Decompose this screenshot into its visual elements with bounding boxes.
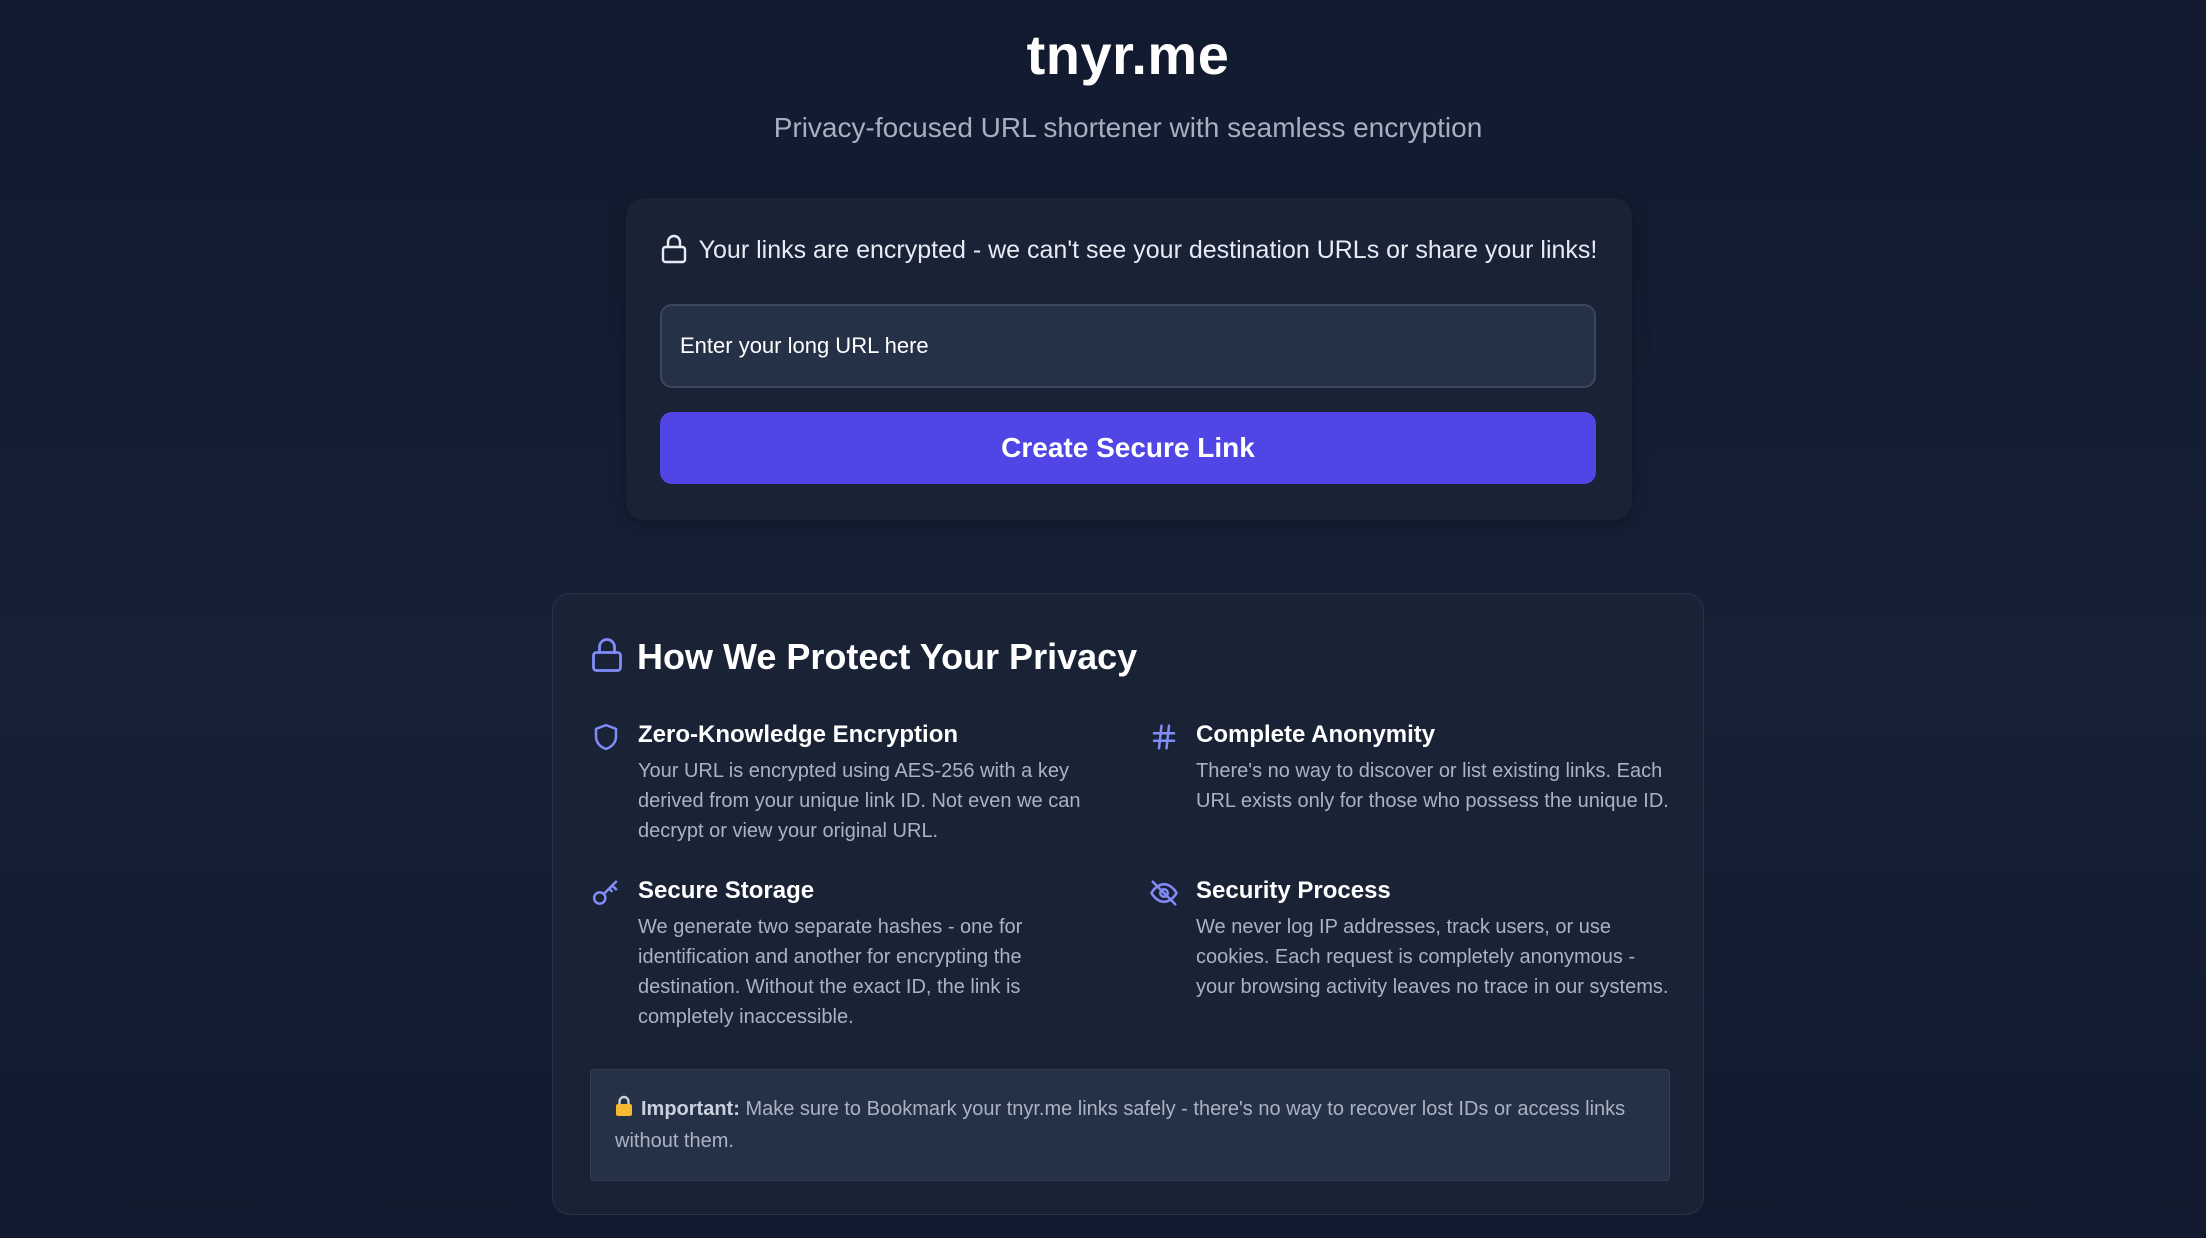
feature-secure-storage: Secure Storage We generate two separate … (591, 874, 1111, 1032)
feature-description: Your URL is encrypted using AES-256 with… (638, 760, 1081, 842)
shield-icon (591, 722, 621, 752)
feature-title: Security Process (1196, 877, 1391, 904)
encryption-notice-text: Your links are encrypted - we can't see … (698, 236, 1598, 264)
padlock-icon (615, 1095, 633, 1126)
feature-description: There's no way to discover or list exist… (1196, 760, 1669, 812)
url-input[interactable] (660, 304, 1596, 388)
feature-description: We never log IP addresses, track users, … (1196, 916, 1669, 998)
privacy-heading: How We Protect Your Privacy (591, 636, 1137, 678)
privacy-heading-text: How We Protect Your Privacy (637, 636, 1138, 677)
feature-description: We generate two separate hashes - one fo… (638, 916, 1023, 1028)
page: tnyr.me Privacy-focused URL shortener wi… (0, 0, 2206, 1238)
feature-title: Zero-Knowledge Encryption (638, 721, 959, 748)
feature-complete-anonymity: Complete Anonymity There's no way to dis… (1149, 718, 1669, 816)
site-subtitle: Privacy-focused URL shortener with seaml… (773, 112, 1483, 143)
hash-icon (1149, 722, 1179, 752)
important-text: Make sure to Bookmark your tnyr.me links… (615, 1098, 1626, 1152)
site-title: tnyr.me (1026, 23, 1230, 86)
key-icon (591, 878, 621, 908)
shortener-card: Your links are encrypted - we can't see … (626, 198, 1632, 520)
important-label: Important: (641, 1098, 740, 1120)
feature-zero-knowledge-encryption: Zero-Knowledge Encryption Your URL is en… (591, 718, 1111, 846)
create-secure-link-button[interactable]: Create Secure Link (660, 412, 1596, 484)
privacy-card: How We Protect Your Privacy Zero-Knowled… (552, 593, 1704, 1215)
feature-title: Secure Storage (638, 877, 815, 904)
feature-security-process: Security Process We never log IP address… (1149, 874, 1669, 1002)
feature-title: Complete Anonymity (1196, 721, 1436, 748)
important-notice: Important: Make sure to Bookmark your tn… (590, 1069, 1670, 1181)
eye-off-icon (1149, 878, 1179, 908)
lock-icon (591, 637, 623, 678)
encryption-notice: Your links are encrypted - we can't see … (626, 234, 1632, 271)
lock-icon (661, 234, 687, 271)
